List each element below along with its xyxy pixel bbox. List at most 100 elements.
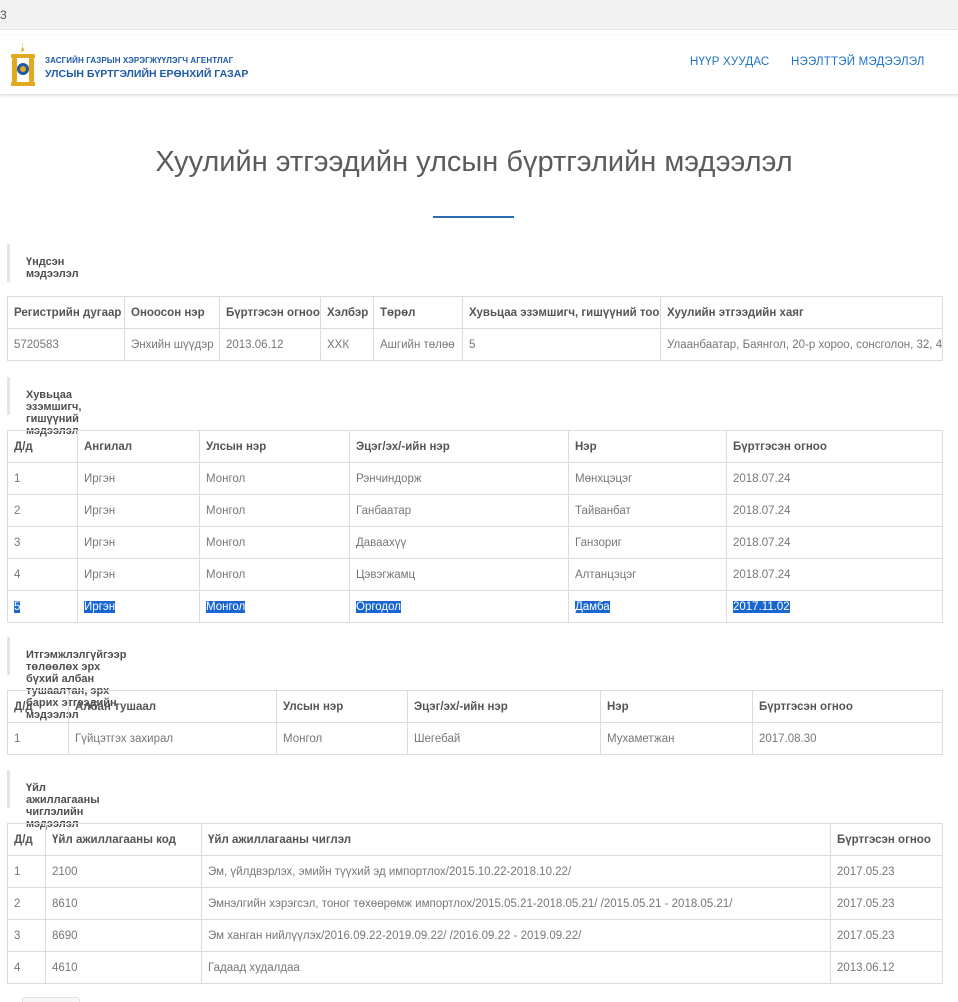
table-cell: Монгол xyxy=(199,526,350,559)
selected-text: 2017.11.02 xyxy=(733,600,790,613)
table-cell: 2013.06.12 xyxy=(830,951,943,984)
table-cell: Рэнчиндорж xyxy=(349,462,569,495)
table-cell: 4 xyxy=(7,558,78,591)
table-row: 1 Гүйцэтгэх захирал Монгол Шегебай Мухам… xyxy=(7,722,943,755)
table-cell: 4610 xyxy=(45,951,202,984)
table-row: 2 Иргэн Монгол Ганбаатар Тайванбат 2018.… xyxy=(7,494,943,527)
column-header: Бүртгэсэн огноо xyxy=(752,690,943,723)
table-cell: Дамба xyxy=(568,590,727,623)
column-header: Д/д xyxy=(7,823,46,856)
column-header: Албан тушаал xyxy=(68,690,277,723)
column-header: Регистрийн дугаар xyxy=(7,296,125,329)
column-header: Хуулийн этгээдийн хаяг xyxy=(660,296,943,329)
table-cell: 2017.11.02 xyxy=(726,590,943,623)
column-header: Нэр xyxy=(568,430,727,463)
table-row: 4 4610 Гадаад худалдаа 2013.06.12 xyxy=(7,951,943,984)
table-cell: Иргэн xyxy=(77,590,200,623)
table-cell: Монгол xyxy=(199,590,350,623)
table-cell: 2 xyxy=(7,887,46,920)
table-row: 5720583 Энхийн шүүдэр 2013.06.12 ХХК Ашг… xyxy=(7,328,943,361)
table-cell: Цэвэгжамц xyxy=(349,558,569,591)
browser-strip-text: 3 xyxy=(0,8,7,22)
agency-subtitle: ЗАСГИЙН ГАЗРЫН ХЭРЭГЖҮҮЛЭГЧ АГЕНТЛАГ xyxy=(45,56,234,65)
table-cell: Шегебай xyxy=(407,722,601,755)
table-cell: Ганзориг xyxy=(568,526,727,559)
table-row: 4 Иргэн Монгол Цэвэгжамц Алтанцэцэг 2018… xyxy=(7,558,943,591)
table-cell: 5720583 xyxy=(7,328,125,361)
column-header: Улсын нэр xyxy=(276,690,408,723)
table-row-selected: 5 Иргэн Монгол Оргодол Дамба 2017.11.02 xyxy=(7,590,943,623)
column-header: Эцэг/эх/-ийн нэр xyxy=(407,690,601,723)
section-officials-heading: Итгэмжлэлгүйгээр төлөөлөх эрх бүхий алба… xyxy=(7,637,126,721)
table-cell: 8610 xyxy=(45,887,202,920)
nav-open-info-link[interactable]: НЭЭЛТТЭЙ МЭДЭЭЛЭЛ xyxy=(791,56,925,68)
table-row: 3 Иргэн Монгол Даваахүү Ганзориг 2018.07… xyxy=(7,526,943,559)
table-row: 2 8610 Эмнэлгийн хэрэгсэл, тоног төхөөрө… xyxy=(7,887,943,920)
table-cell: 3 xyxy=(7,919,46,952)
table-cell: 5 xyxy=(7,590,78,623)
nav-home-link[interactable]: НҮҮР ХУУДАС xyxy=(690,56,769,68)
column-header: Бүртгэсэн огноо xyxy=(726,430,943,463)
table-cell: Эмнэлгийн хэрэгсэл, тоног төхөөрөмж импо… xyxy=(201,887,831,920)
column-header: Үйл ажиллагааны код xyxy=(45,823,202,856)
table-cell: Иргэн xyxy=(77,526,200,559)
table-header-row: Регистрийн дугаар Оноосон нэр Бүртгэсэн … xyxy=(7,296,943,329)
table-cell: 5 xyxy=(462,328,661,361)
table-header-row: Д/д Үйл ажиллагааны код Үйл ажиллагааны … xyxy=(7,823,943,856)
table-cell: Гүйцэтгэх захирал xyxy=(68,722,277,755)
table-cell: Монгол xyxy=(199,558,350,591)
table-cell: Эм, үйлдвэрлэх, эмийн түүхий эд импортло… xyxy=(201,855,831,888)
bottom-button[interactable] xyxy=(22,997,80,1002)
section-shareholders-heading: Хувьцаа эзэмшигч, гишүүний мэдээлэл xyxy=(7,377,81,437)
table-cell: Монгол xyxy=(276,722,408,755)
selected-text: Оргодол xyxy=(356,600,401,613)
table-cell: Иргэн xyxy=(77,558,200,591)
column-header: Үйл ажиллагааны чиглэл xyxy=(201,823,831,856)
table-cell: 2018.07.24 xyxy=(726,526,943,559)
table-cell: Мөнхцэцэг xyxy=(568,462,727,495)
table-cell: 8690 xyxy=(45,919,202,952)
page-title: Хуулийн этгээдийн улсын бүртгэлийн мэдээ… xyxy=(155,146,793,178)
column-header: Төрөл xyxy=(373,296,463,329)
table-cell: ХХК xyxy=(320,328,374,361)
column-header: Бүртгэсэн огноо xyxy=(830,823,943,856)
table-cell: 1 xyxy=(7,722,69,755)
table-cell: Иргэн xyxy=(77,462,200,495)
table-cell: Монгол xyxy=(199,462,350,495)
officials-table: Д/д Албан тушаал Улсын нэр Эцэг/эх/-ийн … xyxy=(7,690,943,755)
table-cell: Улаанбаатар, Баянгол, 20-р хороо, сонсго… xyxy=(660,328,943,361)
column-header: Бүртгэсэн огноо xyxy=(219,296,321,329)
table-cell: 2017.05.23 xyxy=(830,887,943,920)
table-cell: Алтанцэцэг xyxy=(568,558,727,591)
column-header: Д/д xyxy=(7,690,69,723)
table-cell: Монгол xyxy=(199,494,350,527)
table-cell: 4 xyxy=(7,951,46,984)
shareholders-table: Д/д Ангилал Улсын нэр Эцэг/эх/-ийн нэр Н… xyxy=(7,430,943,623)
column-header: Хувьцаа эзэмшигч, гишүүний тоо xyxy=(462,296,661,329)
table-cell: Ашгийн төлөө xyxy=(373,328,463,361)
table-cell: 2013.06.12 xyxy=(219,328,321,361)
table-cell: Мухаметжан xyxy=(600,722,753,755)
section-basic-title: Үндсэн мэдээлэл xyxy=(26,256,79,280)
table-cell: 2100 xyxy=(45,855,202,888)
column-header: Оноосон нэр xyxy=(124,296,220,329)
table-header-row: Д/д Ангилал Улсын нэр Эцэг/эх/-ийн нэр Н… xyxy=(7,430,943,463)
table-cell: Иргэн xyxy=(77,494,200,527)
table-cell: Оргодол xyxy=(349,590,569,623)
activities-table: Д/д Үйл ажиллагааны код Үйл ажиллагааны … xyxy=(7,823,943,984)
column-header: Хэлбэр xyxy=(320,296,374,329)
table-cell: 2017.05.23 xyxy=(830,855,943,888)
table-cell: 2018.07.24 xyxy=(726,462,943,495)
table-header-row: Д/д Албан тушаал Улсын нэр Эцэг/эх/-ийн … xyxy=(7,690,943,723)
table-cell: Ганбаатар xyxy=(349,494,569,527)
site-header: ЗАСГИЙН ГАЗРЫН ХЭРЭГЖҮҮЛЭГЧ АГЕНТЛАГ УЛС… xyxy=(0,35,958,95)
column-header: Нэр xyxy=(600,690,753,723)
agency-name[interactable]: УЛСЫН БҮРТГЭЛИЙН ЕРӨНХИЙ ГАЗАР xyxy=(45,68,248,80)
selected-text: Иргэн xyxy=(84,600,116,613)
column-header: Д/д xyxy=(7,430,78,463)
column-header: Ангилал xyxy=(77,430,200,463)
table-cell: Эм ханган нийлүүлэх/2016.09.22-2019.09.2… xyxy=(201,919,831,952)
table-row: 3 8690 Эм ханган нийлүүлэх/2016.09.22-20… xyxy=(7,919,943,952)
table-cell: 3 xyxy=(7,526,78,559)
table-cell: Энхийн шүүдэр xyxy=(124,328,220,361)
